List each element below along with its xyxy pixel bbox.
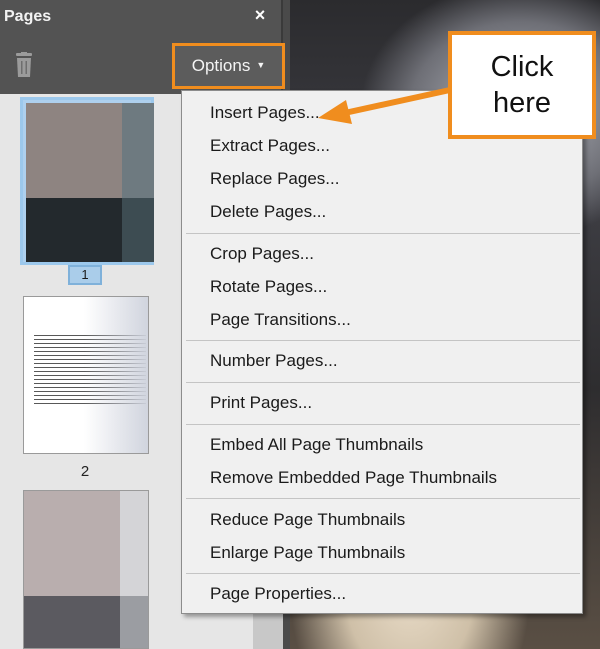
page-thumbnail-3[interactable] bbox=[23, 490, 149, 649]
arrow-icon bbox=[318, 87, 453, 124]
menu-item-reduce-thumbnails[interactable]: Reduce Page Thumbnails bbox=[210, 508, 405, 532]
callout-box: Click here bbox=[448, 31, 596, 139]
callout-line-2: here bbox=[492, 87, 552, 119]
menu-item-rotate-pages[interactable]: Rotate Pages... bbox=[210, 275, 327, 299]
close-icon[interactable]: × bbox=[250, 5, 270, 25]
menu-item-replace-pages[interactable]: Replace Pages... bbox=[210, 167, 339, 191]
caret-down-icon: ▼ bbox=[256, 59, 266, 70]
callout-line-1: Click bbox=[490, 51, 554, 83]
options-button[interactable]: Options ▼ bbox=[172, 43, 285, 89]
options-menu: Insert Pages... Extract Pages... Replace… bbox=[181, 90, 583, 614]
menu-item-crop-pages[interactable]: Crop Pages... bbox=[210, 242, 314, 266]
menu-item-page-properties[interactable]: Page Properties... bbox=[210, 582, 346, 606]
menu-separator bbox=[186, 233, 580, 234]
menu-item-enlarge-thumbnails[interactable]: Enlarge Page Thumbnails bbox=[210, 541, 405, 565]
menu-item-delete-pages[interactable]: Delete Pages... bbox=[210, 200, 326, 224]
panel-title: Pages bbox=[4, 8, 52, 25]
page-number-label: 2 bbox=[80, 463, 90, 480]
menu-item-extract-pages[interactable]: Extract Pages... bbox=[210, 134, 330, 158]
options-label: Options bbox=[191, 56, 251, 75]
page-number-label: 1 bbox=[68, 265, 102, 285]
menu-separator bbox=[186, 424, 580, 425]
menu-separator bbox=[186, 382, 580, 383]
page-thumbnail-1[interactable] bbox=[20, 97, 154, 265]
page-thumbnail-2[interactable] bbox=[23, 296, 149, 454]
menu-item-embed-thumbnails[interactable]: Embed All Page Thumbnails bbox=[210, 433, 423, 457]
menu-separator bbox=[186, 340, 580, 341]
thumbnail-image bbox=[26, 103, 154, 262]
menu-item-print-pages[interactable]: Print Pages... bbox=[210, 391, 312, 415]
menu-item-remove-embedded-thumbnails[interactable]: Remove Embedded Page Thumbnails bbox=[210, 466, 497, 490]
menu-item-number-pages[interactable]: Number Pages... bbox=[210, 349, 338, 373]
menu-separator bbox=[186, 573, 580, 574]
menu-item-page-transitions[interactable]: Page Transitions... bbox=[210, 308, 351, 332]
trash-icon[interactable] bbox=[13, 52, 35, 78]
menu-separator bbox=[186, 498, 580, 499]
menu-item-insert-pages[interactable]: Insert Pages... bbox=[210, 101, 320, 125]
